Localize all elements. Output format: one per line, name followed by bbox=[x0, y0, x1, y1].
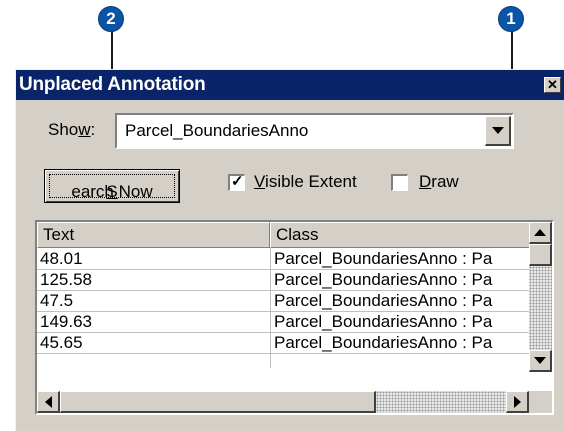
arrow-right-icon bbox=[513, 395, 521, 408]
scroll-up-button[interactable] bbox=[529, 222, 552, 244]
close-icon: ✕ bbox=[547, 77, 558, 92]
table-row[interactable]: 45.65 bbox=[40, 333, 83, 353]
arrow-up-icon bbox=[534, 229, 546, 236]
table-row[interactable]: 149.63 bbox=[40, 312, 92, 332]
row-divider bbox=[37, 353, 532, 354]
window-title: Unplaced Annotation bbox=[19, 74, 206, 95]
table-row[interactable]: 125.58 bbox=[40, 270, 92, 290]
callout-badge-2: 2 bbox=[98, 6, 124, 32]
horizontal-scroll-thumb[interactable] bbox=[60, 391, 376, 413]
column-header-text[interactable]: Text bbox=[37, 222, 270, 248]
title-bar[interactable]: Unplaced Annotation ✕ bbox=[16, 70, 564, 100]
annotation-table: Text Class 48.01 Parcel_BoundariesAnno :… bbox=[35, 220, 554, 415]
vertical-scroll-track[interactable] bbox=[529, 266, 552, 350]
draw-label[interactable]: Draw bbox=[419, 172, 459, 192]
column-header-class[interactable]: Class bbox=[270, 222, 534, 248]
table-row[interactable]: 47.5 bbox=[40, 291, 73, 311]
check-icon: ✓ bbox=[231, 173, 244, 190]
vertical-scrollbar[interactable] bbox=[529, 222, 552, 372]
callout-badge-1: 1 bbox=[498, 6, 524, 32]
vertical-scroll-thumb[interactable] bbox=[529, 244, 552, 266]
scroll-down-button[interactable] bbox=[529, 350, 552, 372]
horizontal-scrollbar[interactable] bbox=[37, 391, 529, 413]
show-label: Show: bbox=[48, 120, 96, 139]
visible-extent-label[interactable]: Visible Extent bbox=[254, 172, 357, 192]
dropdown-arrow-button[interactable] bbox=[485, 116, 511, 146]
scroll-right-button[interactable] bbox=[506, 391, 529, 413]
search-now-button[interactable]: Search Now bbox=[44, 169, 180, 203]
close-button[interactable]: ✕ bbox=[544, 77, 561, 93]
scroll-left-button[interactable] bbox=[37, 391, 60, 413]
table-row[interactable]: 48.01 bbox=[40, 249, 83, 269]
table-row[interactable]: Parcel_BoundariesAnno : Pa bbox=[274, 312, 492, 332]
arrow-left-icon bbox=[44, 395, 52, 408]
horizontal-scroll-track[interactable] bbox=[376, 391, 506, 413]
table-row[interactable]: Parcel_BoundariesAnno : Pa bbox=[274, 249, 492, 269]
table-row[interactable]: Parcel_BoundariesAnno : Pa bbox=[274, 270, 492, 290]
column-divider bbox=[270, 248, 271, 368]
scrollbar-corner bbox=[529, 391, 552, 413]
draw-checkbox[interactable] bbox=[391, 174, 408, 191]
table-row[interactable]: Parcel_BoundariesAnno : Pa bbox=[274, 333, 492, 353]
show-layer-value: Parcel_BoundariesAnno bbox=[125, 121, 309, 140]
table-row[interactable]: Parcel_BoundariesAnno : Pa bbox=[274, 291, 492, 311]
visible-extent-checkbox[interactable]: ✓ bbox=[228, 173, 245, 191]
chevron-down-icon bbox=[491, 127, 504, 134]
arrow-down-icon bbox=[534, 357, 546, 364]
show-layer-dropdown[interactable]: Parcel_BoundariesAnno bbox=[115, 113, 514, 149]
unplaced-annotation-window: Unplaced Annotation ✕ Show: Parcel_Bound… bbox=[15, 69, 564, 431]
